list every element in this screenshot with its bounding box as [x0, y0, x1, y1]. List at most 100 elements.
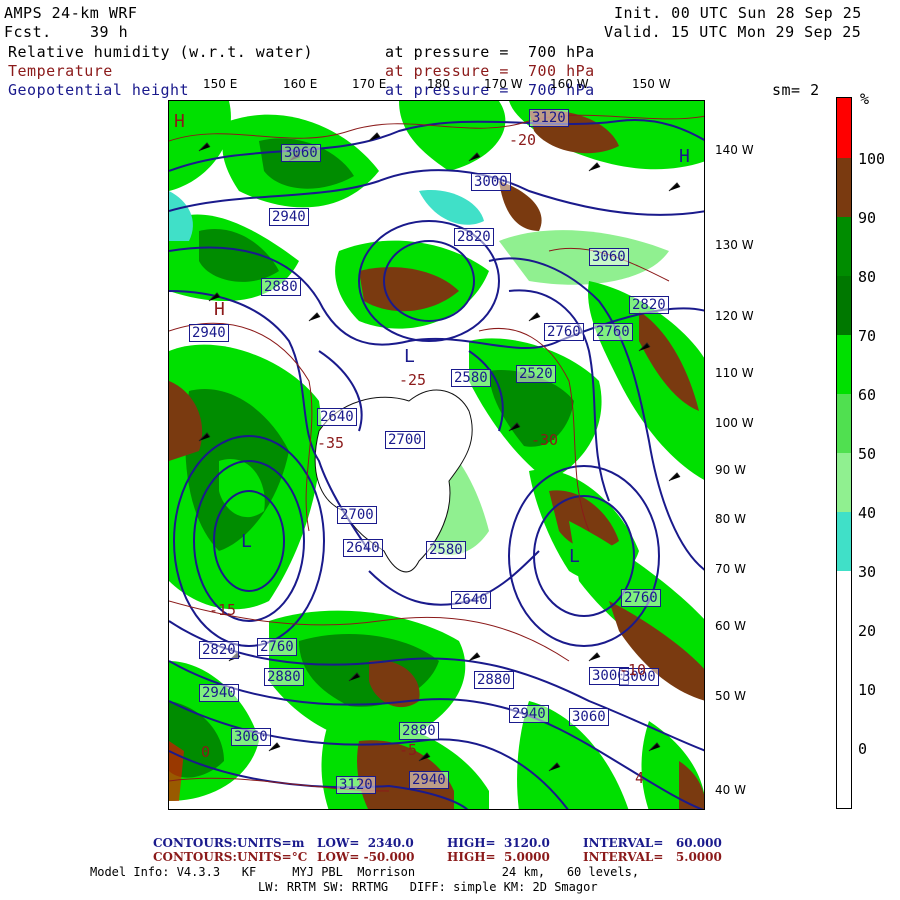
height-label: 2820 — [629, 296, 669, 314]
temperature-label: -20 — [509, 131, 537, 149]
height-label: 3000 — [471, 173, 511, 191]
smoothing-label: sm= 2 — [772, 81, 820, 99]
lat-label: 140 W — [715, 143, 754, 157]
colorbar-label: 50 — [858, 445, 877, 463]
temperature-label: -30 — [531, 431, 559, 449]
colorbar-label: 30 — [858, 563, 877, 581]
colorbar-label: 100 — [858, 150, 886, 168]
temperature-label: -35 — [317, 434, 345, 452]
colorbar-band — [837, 335, 851, 394]
lat-label: 70 W — [715, 562, 746, 576]
height-label: 2880 — [474, 671, 514, 689]
height-label: 2520 — [516, 365, 556, 383]
height-label: 2760 — [544, 323, 584, 341]
field3-name: Geopotential height — [8, 81, 190, 99]
footer-contour2-units: UNITS=°C — [237, 850, 308, 864]
init-time: Init. 00 UTC Sun 28 Sep 25 — [614, 4, 862, 22]
temperature-label: -10 — [619, 661, 647, 679]
footer-contour2-interval: INTERVAL= 5.0000 — [583, 850, 722, 864]
height-label: 2640 — [451, 591, 491, 609]
lon-label: 150 E — [203, 77, 238, 91]
colorbar-unit: % — [860, 90, 870, 108]
height-label: 2640 — [317, 408, 357, 426]
colorbar-band — [837, 158, 851, 217]
lat-label: 90 W — [715, 463, 746, 477]
low-pressure-center: L — [569, 546, 580, 567]
height-label: 2940 — [409, 771, 449, 789]
lat-label: 120 W — [715, 309, 754, 323]
height-label: 2940 — [189, 324, 229, 342]
footer-contour1-units: UNITS=m — [237, 836, 305, 850]
forecast-label: Fcst. — [4, 23, 52, 41]
valid-time: Valid. 15 UTC Mon 29 Sep 25 — [604, 23, 862, 41]
humidity-colorbar — [836, 97, 852, 809]
colorbar-label: 0 — [858, 740, 868, 758]
lon-label: 170 E — [352, 77, 387, 91]
map-canvas — [169, 101, 704, 809]
footer-contour2-label: CONTOURS: — [153, 850, 237, 864]
footer-contour1-interval: INTERVAL= 60.000 — [583, 836, 722, 850]
low-pressure-center: L — [241, 531, 252, 552]
lat-label: 100 W — [715, 416, 754, 430]
height-label: 2940 — [509, 705, 549, 723]
temperature-label: 4 — [635, 769, 645, 787]
forecast-hour: 39 h — [90, 23, 129, 41]
temperature-label: -25 — [399, 371, 427, 389]
lat-label: 80 W — [715, 512, 746, 526]
lat-label: 130 W — [715, 238, 754, 252]
height-label: 3060 — [281, 144, 321, 162]
height-label: 2580 — [426, 541, 466, 559]
height-label: 2820 — [454, 228, 494, 246]
footer-contour1-low: LOW= 2340.0 — [317, 836, 414, 850]
colorbar-band — [837, 98, 851, 158]
height-label: 2580 — [451, 369, 491, 387]
field1-name: Relative humidity (w.r.t. water) — [8, 43, 313, 61]
low-pressure-center: L — [404, 346, 415, 367]
height-label: 2700 — [337, 506, 377, 524]
colorbar-band — [837, 394, 851, 453]
high-pressure-center: H — [679, 146, 690, 167]
colorbar-label: 40 — [858, 504, 877, 522]
colorbar-label: 10 — [858, 681, 877, 699]
height-label: 3120 — [336, 776, 376, 794]
footer-contour2-low: LOW= -50.000 — [317, 850, 415, 864]
colorbar-band — [837, 453, 851, 512]
weather-map: 3060 2940 2880 3000 2820 3120 3060 2760 … — [168, 100, 705, 810]
lon-label: 170 W — [484, 77, 523, 91]
height-label: 2760 — [593, 323, 633, 341]
colorbar-label: 60 — [858, 386, 877, 404]
footer-contour1-high: HIGH= 3120.0 — [447, 836, 550, 850]
lon-label: 180 — [427, 77, 450, 91]
height-label: 2700 — [385, 431, 425, 449]
temperature-label: -15 — [209, 601, 237, 619]
height-label: 2760 — [257, 638, 297, 656]
lat-label: 40 W — [715, 783, 746, 797]
colorbar-band — [837, 276, 851, 335]
field1-level: at pressure = 700 hPa — [385, 43, 595, 61]
height-label: 2640 — [343, 539, 383, 557]
footer-model-info: Model Info: V4.3.3 KF MYJ PBL Morrison 2… — [90, 865, 640, 879]
height-label: 3120 — [529, 109, 569, 127]
footer-contour1-label: CONTOURS: — [153, 836, 237, 850]
lat-label: 60 W — [715, 619, 746, 633]
lon-label: 150 W — [632, 77, 671, 91]
height-label: 2880 — [399, 722, 439, 740]
height-label: 3060 — [231, 728, 271, 746]
high-pressure-center: H — [214, 299, 225, 320]
colorbar-band — [837, 571, 851, 808]
lon-label: 160 W — [550, 77, 589, 91]
height-label: 2940 — [269, 208, 309, 226]
height-label: 2760 — [621, 589, 661, 607]
height-label: 2940 — [199, 684, 239, 702]
high-pressure-center: H — [174, 111, 185, 132]
field2-name: Temperature — [8, 62, 113, 80]
footer-physics-info: LW: RRTM SW: RRTMG DIFF: simple KM: 2D S… — [258, 880, 598, 894]
height-label: 3060 — [569, 708, 609, 726]
lat-label: 110 W — [715, 366, 754, 380]
colorbar-label: 20 — [858, 622, 877, 640]
colorbar-label: 70 — [858, 327, 877, 345]
temperature-label: -5 — [399, 741, 418, 759]
footer-contour2-high: HIGH= 5.0000 — [447, 850, 550, 864]
temperature-label: 0 — [201, 743, 211, 761]
colorbar-band — [837, 217, 851, 276]
